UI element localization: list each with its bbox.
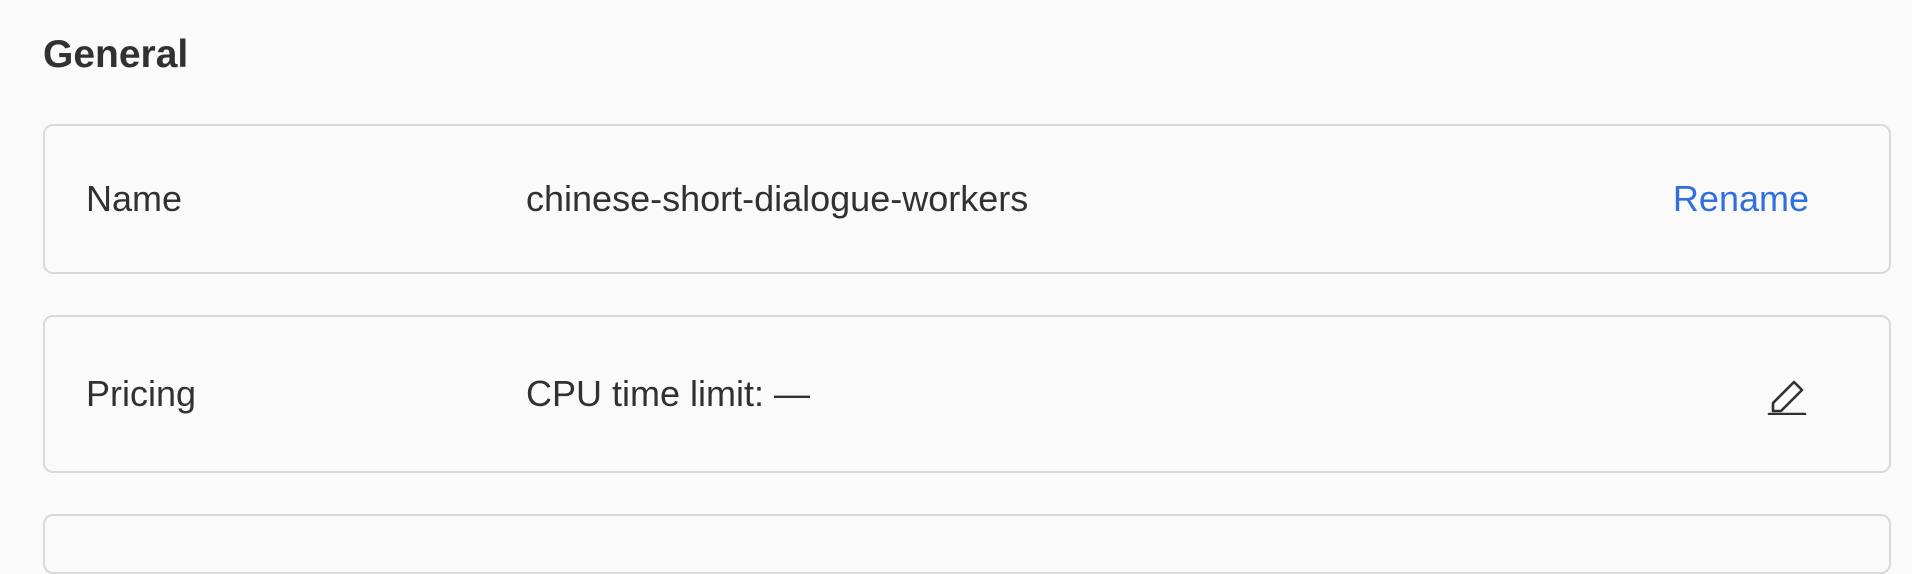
rename-link[interactable]: Rename [1673, 177, 1809, 221]
pricing-card: Pricing CPU time limit: — [43, 315, 1891, 473]
edit-pencil-icon [1767, 380, 1807, 415]
name-label: Name [86, 178, 183, 219]
pricing-label: Pricing [86, 373, 197, 414]
cpu-time-limit-value: CPU time limit: — [526, 373, 811, 414]
section-title: General [43, 33, 189, 76]
next-settings-card [43, 514, 1891, 574]
name-card: Name chinese-short-dialogue-workers Rena… [43, 124, 1891, 274]
edit-pricing-button[interactable] [1765, 372, 1809, 416]
worker-name-value: chinese-short-dialogue-workers [526, 178, 1029, 219]
